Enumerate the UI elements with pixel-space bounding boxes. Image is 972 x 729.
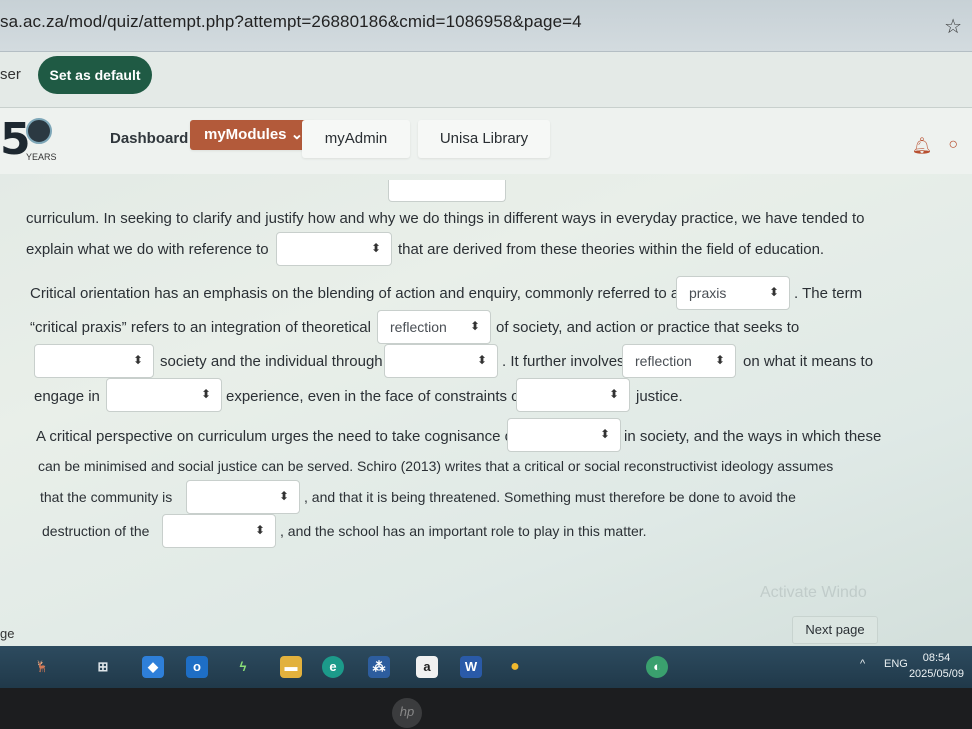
dropdown-select-partial[interactable] xyxy=(388,180,506,202)
select-value: reflection xyxy=(390,319,447,335)
browser-address-bar[interactable]: sa.ac.za/mod/quiz/attempt.php?attempt=26… xyxy=(0,0,972,52)
logo-years-text: YEARS xyxy=(26,152,57,162)
task-view-icon[interactable]: ⊞ xyxy=(92,656,114,678)
question-text: justice. xyxy=(636,388,683,405)
whatsapp-icon[interactable]: ◐ xyxy=(646,656,668,678)
bell-icon[interactable]: 🔔︎ xyxy=(912,136,932,156)
question-text: “critical praxis” refers to an integrati… xyxy=(30,319,371,336)
chrome-icon[interactable]: ● xyxy=(504,656,526,678)
store-icon[interactable]: ⁂ xyxy=(368,656,390,678)
question-text: . It further involves xyxy=(502,353,625,370)
star-icon[interactable]: ☆ xyxy=(944,14,962,39)
next-page-button[interactable]: Next page xyxy=(792,616,878,644)
teams-icon[interactable]: ◆ xyxy=(142,656,164,678)
question-text: , and that it is being threatened. Somet… xyxy=(304,489,796,505)
select-value: praxis xyxy=(689,285,727,301)
site-navigation: 5 YEARS Dashboard myModules ⌄ myAdmin Un… xyxy=(0,108,972,174)
nav-mymodules[interactable]: myModules ⌄ xyxy=(190,120,318,150)
question-text: that are derived from these theories wit… xyxy=(398,241,825,258)
select-arrow-icon: ⬍ xyxy=(476,353,487,367)
question-text: destruction of the xyxy=(42,523,150,539)
question-text: curriculum. In seeking to clarify and ju… xyxy=(26,210,865,227)
select-arrow-icon: ⬍ xyxy=(132,353,143,367)
question-text: experience, even in the face of constrai… xyxy=(226,388,528,405)
dropdown-select-2[interactable]: praxis ⬍ xyxy=(676,276,790,310)
language-indicator[interactable]: ENG xyxy=(884,658,908,670)
select-arrow-icon: ⬍ xyxy=(370,241,381,255)
dropdown-select-4[interactable]: ⬍ xyxy=(34,344,154,378)
windows-taskbar: 🦌 ⊞ ◆ o ϟ ▬ e ⁂ a W ● ◐ ^ ENG 08:54 2025… xyxy=(0,646,972,688)
dropdown-select-11[interactable]: ⬍ xyxy=(162,514,276,548)
select-arrow-icon: ⬍ xyxy=(254,523,265,537)
select-arrow-icon: ⬍ xyxy=(608,387,619,401)
question-text: that the community is xyxy=(40,489,173,505)
hp-logo: hp xyxy=(392,698,422,728)
clock-time: 08:54 xyxy=(922,652,951,664)
activate-windows-watermark: Activate Windo xyxy=(760,584,867,601)
question-text: A critical perspective on curriculum urg… xyxy=(36,428,518,445)
lightning-app-icon[interactable]: ϟ xyxy=(232,656,254,678)
nav-dashboard[interactable]: Dashboard xyxy=(96,120,202,158)
dropdown-select-10[interactable]: ⬍ xyxy=(186,480,300,514)
question-text: on what it means to xyxy=(743,353,874,370)
nav-myadmin[interactable]: myAdmin xyxy=(302,120,410,158)
question-text: . The term xyxy=(794,285,863,302)
set-as-default-button[interactable]: Set as default xyxy=(38,56,152,94)
tray-chevron-icon[interactable]: ^ xyxy=(860,658,865,670)
laptop-bezel: hp xyxy=(0,688,972,729)
chat-icon[interactable]: ○ xyxy=(948,136,958,154)
select-arrow-icon: ⬍ xyxy=(278,489,289,503)
wildlife-widget-icon[interactable]: 🦌 xyxy=(12,656,72,678)
dropdown-select-6[interactable]: reflection ⬍ xyxy=(622,344,736,378)
select-arrow-icon: ⬍ xyxy=(768,285,779,299)
select-arrow-icon: ⬍ xyxy=(200,387,211,401)
amazon-icon[interactable]: a xyxy=(416,656,438,678)
question-text: engage in xyxy=(34,388,100,405)
dropdown-select-3[interactable]: reflection ⬍ xyxy=(377,310,491,344)
system-clock[interactable]: 08:54 2025/05/09 xyxy=(909,650,964,682)
url-text[interactable]: sa.ac.za/mod/quiz/attempt.php?attempt=26… xyxy=(0,12,582,32)
clock-date: 2025/05/09 xyxy=(908,668,964,680)
question-text: , and the school has an important role t… xyxy=(280,523,647,539)
default-browser-bar: ser Set as default xyxy=(0,52,972,108)
previous-page-fragment[interactable]: ge xyxy=(0,626,14,641)
outlook-icon[interactable]: o xyxy=(186,656,208,678)
question-text: in society, and the ways in which these xyxy=(624,428,882,445)
question-text: society and the individual through xyxy=(160,353,383,370)
dropdown-select-8[interactable]: ⬍ xyxy=(516,378,630,412)
logo-emblem-icon xyxy=(26,118,52,144)
nav-unisa-library[interactable]: Unisa Library xyxy=(418,120,550,158)
question-text: explain what we do with reference to xyxy=(26,241,269,258)
select-arrow-icon: ⬍ xyxy=(469,319,480,333)
dropdown-select-7[interactable]: ⬍ xyxy=(106,378,222,412)
edge-icon[interactable]: e xyxy=(322,656,344,678)
file-explorer-icon[interactable]: ▬ xyxy=(280,656,302,678)
dropdown-select-9[interactable]: ⬍ xyxy=(507,418,621,452)
unisa-logo[interactable]: 5 YEARS xyxy=(0,112,60,168)
question-text: can be minimised and social justice can … xyxy=(38,458,834,474)
word-icon[interactable]: W xyxy=(460,656,482,678)
dropdown-select-5[interactable]: ⬍ xyxy=(384,344,498,378)
dropdown-select-1[interactable]: ⬍ xyxy=(276,232,392,266)
question-text: of society, and action or practice that … xyxy=(496,319,800,336)
select-value: reflection xyxy=(635,353,692,369)
default-browser-prompt: ser xyxy=(0,66,21,83)
select-arrow-icon: ⬍ xyxy=(599,427,610,441)
question-text: Critical orientation has an emphasis on … xyxy=(30,285,687,302)
select-arrow-icon: ⬍ xyxy=(714,353,725,367)
